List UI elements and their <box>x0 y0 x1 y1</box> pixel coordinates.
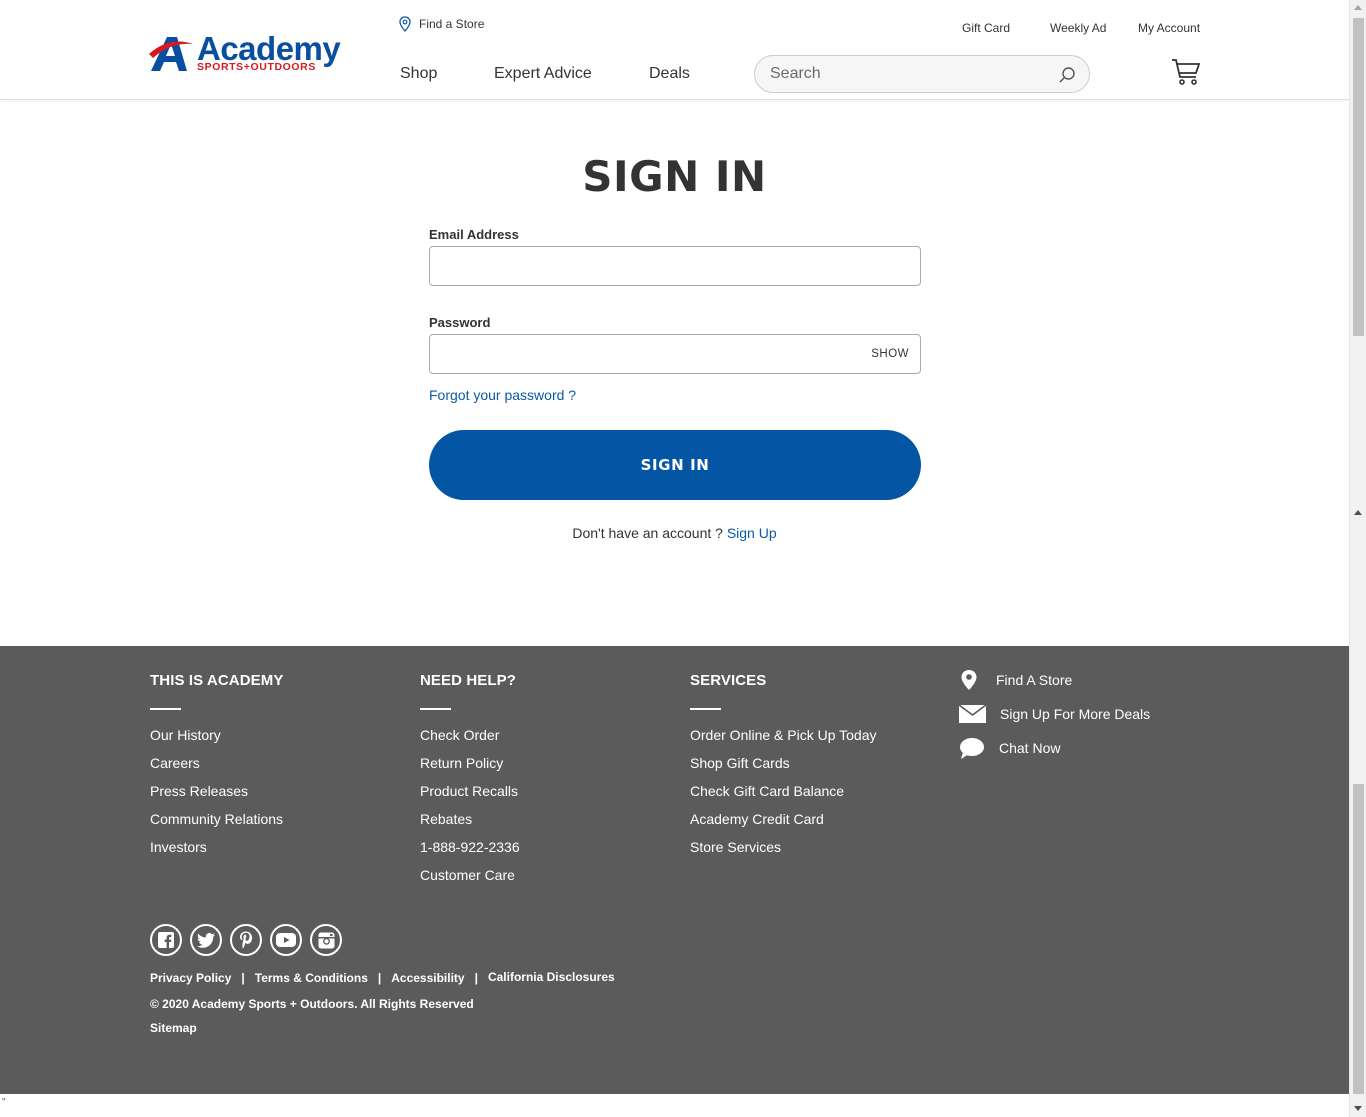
chat-bubble-icon <box>960 738 984 759</box>
footer-sign-up-deals[interactable]: Sign Up For More Deals <box>959 704 1150 724</box>
find-a-store-link[interactable]: Find a Store <box>399 16 484 32</box>
footer-link-customer-care[interactable]: Customer Care <box>420 866 520 894</box>
footer-heading-rule <box>420 708 451 710</box>
signup-prompt: Don't have an account ? Sign Up <box>0 525 1349 541</box>
footer-link-rebates[interactable]: Rebates <box>420 810 520 838</box>
password-label: Password <box>429 315 491 330</box>
scrollbar-thumb[interactable] <box>1353 18 1364 336</box>
facebook-icon <box>158 932 174 948</box>
page-scrollbar[interactable] <box>1349 0 1366 1117</box>
envelope-icon <box>959 704 986 723</box>
legal-separator: | <box>474 971 478 985</box>
footer-link-return-policy[interactable]: Return Policy <box>420 754 520 782</box>
legal-separator: | <box>241 971 245 985</box>
footer-link-community-relations[interactable]: Community Relations <box>150 810 283 838</box>
show-password-toggle[interactable]: SHOW <box>871 348 909 360</box>
footer-link-phone[interactable]: 1-888-922-2336 <box>420 838 520 866</box>
search-box <box>754 55 1090 93</box>
sign-in-button[interactable]: SIGN IN <box>429 430 921 500</box>
scrollbar-thumb[interactable] <box>1353 784 1364 1094</box>
site-header: Academy SPORTS+OUTDOORS Find a Store Gif… <box>0 0 1349 100</box>
footer-heading: SERVICES <box>690 672 767 689</box>
password-field[interactable] <box>440 344 860 364</box>
terms-conditions-link[interactable]: Terms & Conditions <box>255 971 368 985</box>
copyright-text: © 2020 Academy Sports + Outdoors. All Ri… <box>150 997 474 1011</box>
location-pin-icon <box>961 670 977 690</box>
site-footer: THIS IS ACADEMY Our History Careers Pres… <box>0 646 1349 1094</box>
my-account-link[interactable]: My Account <box>1138 21 1200 35</box>
instagram-link[interactable] <box>310 924 342 956</box>
no-account-text: Don't have an account ? <box>572 525 723 541</box>
nav-expert-advice[interactable]: Expert Advice <box>494 65 592 83</box>
footer-column-services: SERVICES Order Online & Pick Up Today Sh… <box>690 672 877 866</box>
footer-chat-now[interactable]: Chat Now <box>959 737 1060 759</box>
page-title: SIGN IN <box>582 152 767 201</box>
footer-link-careers[interactable]: Careers <box>150 754 283 782</box>
accessibility-link[interactable]: Accessibility <box>391 971 464 985</box>
footer-column-this-is-academy: THIS IS ACADEMY Our History Careers Pres… <box>150 672 283 866</box>
privacy-policy-link[interactable]: Privacy Policy <box>150 971 231 985</box>
footer-chat-now-label: Chat Now <box>999 740 1061 756</box>
footer-link-store-services[interactable]: Store Services <box>690 838 877 866</box>
footer-link-check-order[interactable]: Check Order <box>420 726 520 754</box>
footer-link-investors[interactable]: Investors <box>150 838 283 866</box>
legal-links: Privacy Policy | Terms & Conditions | Ac… <box>150 970 615 985</box>
pinterest-link[interactable] <box>230 924 262 956</box>
footer-link-shop-gift-cards[interactable]: Shop Gift Cards <box>690 754 877 782</box>
instagram-icon <box>317 932 335 948</box>
cart-button[interactable] <box>1171 58 1201 91</box>
nav-deals[interactable]: Deals <box>649 65 690 83</box>
email-field[interactable] <box>440 256 860 276</box>
password-field-box: SHOW <box>429 334 921 374</box>
scroll-down-arrow-icon[interactable] <box>1354 1106 1362 1111</box>
footer-link-academy-credit-card[interactable]: Academy Credit Card <box>690 810 877 838</box>
social-links <box>150 924 342 956</box>
search-icon[interactable] <box>1058 66 1076 84</box>
academy-logo[interactable]: Academy SPORTS+OUTDOORS <box>149 30 349 76</box>
footer-column-need-help: NEED HELP? Check Order Return Policy Pro… <box>420 672 520 894</box>
youtube-link[interactable] <box>270 924 302 956</box>
pinterest-icon <box>240 931 253 949</box>
footer-heading: THIS IS ACADEMY <box>150 672 284 689</box>
facebook-link[interactable] <box>150 924 182 956</box>
footer-link-press-releases[interactable]: Press Releases <box>150 782 283 810</box>
california-disclosures-link[interactable]: California Disclosures <box>488 970 615 984</box>
footer-link-our-history[interactable]: Our History <box>150 726 283 754</box>
footer-find-a-store-label: Find A Store <box>996 672 1073 688</box>
academy-logo-mark-icon <box>149 37 193 71</box>
footer-sign-up-deals-label: Sign Up For More Deals <box>1000 706 1151 722</box>
sign-up-link[interactable]: Sign Up <box>727 525 777 541</box>
footer-link-order-online-pickup[interactable]: Order Online & Pick Up Today <box>690 726 877 754</box>
search-input[interactable] <box>770 64 1050 84</box>
find-a-store-label: Find a Store <box>419 17 485 31</box>
footer-link-check-gift-card-balance[interactable]: Check Gift Card Balance <box>690 782 877 810</box>
weekly-ad-link[interactable]: Weekly Ad <box>1050 21 1106 35</box>
twitter-link[interactable] <box>190 924 222 956</box>
footer-heading-rule <box>690 708 721 710</box>
footer-link-product-recalls[interactable]: Product Recalls <box>420 782 520 810</box>
youtube-icon <box>276 933 296 947</box>
nav-shop[interactable]: Shop <box>400 65 437 83</box>
email-label: Email Address <box>429 227 519 242</box>
stray-text: " <box>2 1097 6 1108</box>
forgot-password-link[interactable]: Forgot your password ? <box>429 387 576 403</box>
twitter-icon <box>197 932 215 948</box>
sitemap-link[interactable]: Sitemap <box>150 1021 197 1035</box>
legal-separator: | <box>377 971 382 985</box>
email-field-box <box>429 246 921 286</box>
shopping-cart-icon <box>1172 59 1201 85</box>
location-pin-icon <box>399 16 411 32</box>
footer-find-a-store[interactable]: Find A Store <box>959 669 1072 691</box>
logo-tagline: SPORTS+OUTDOORS <box>197 61 316 73</box>
scroll-up-arrow-icon[interactable] <box>1354 510 1362 515</box>
footer-heading-rule <box>150 708 181 710</box>
footer-heading: NEED HELP? <box>420 672 517 689</box>
scroll-up-arrow-icon[interactable] <box>1354 5 1362 10</box>
gift-card-link[interactable]: Gift Card <box>962 21 1010 35</box>
